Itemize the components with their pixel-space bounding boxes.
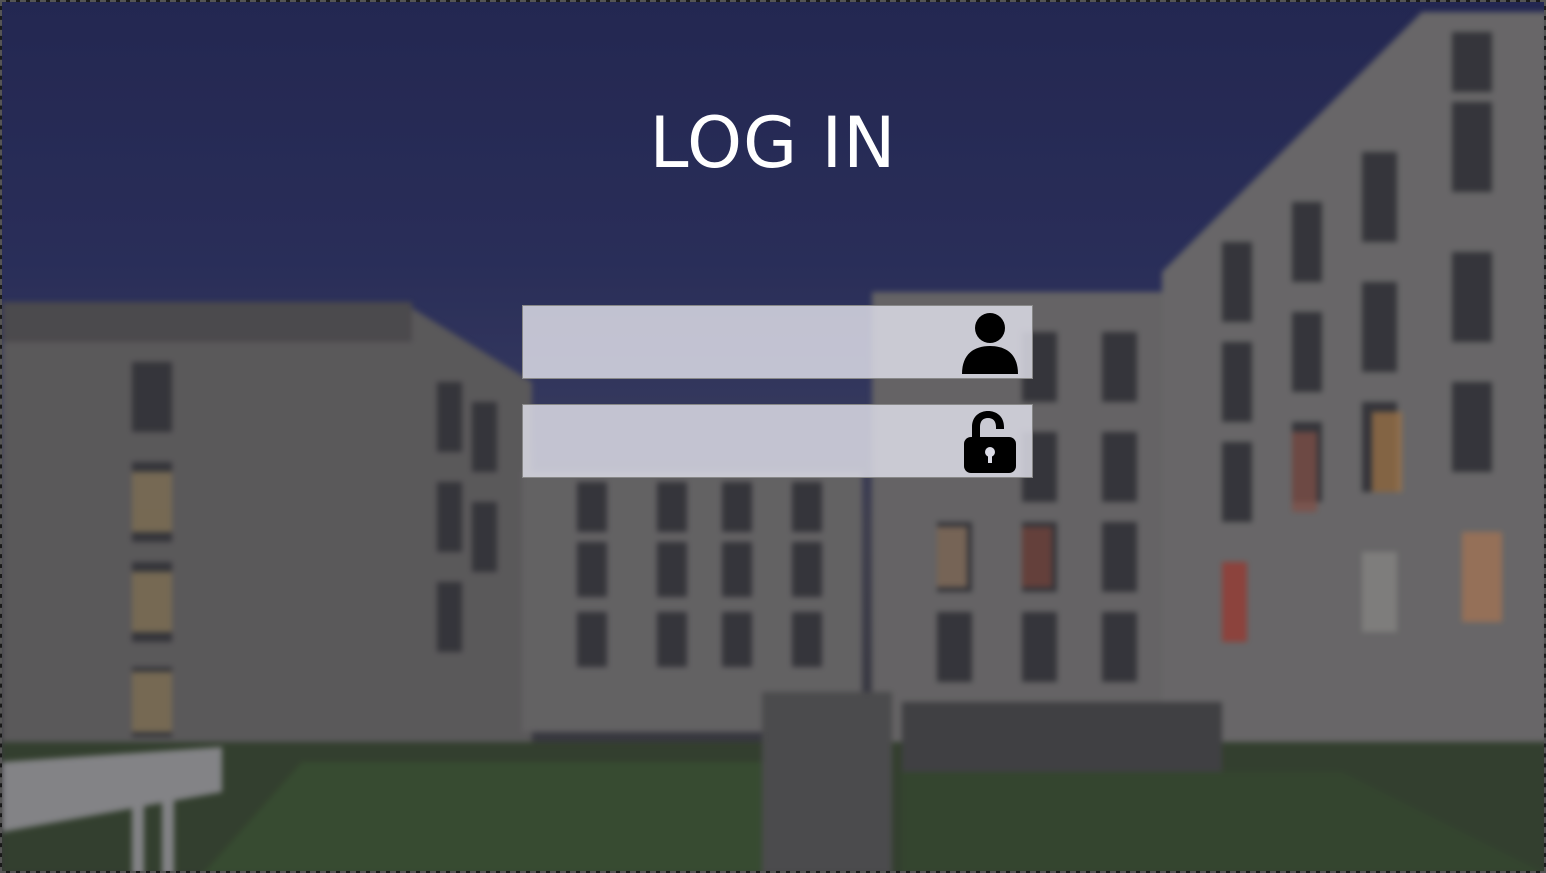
page-title: LOG IN — [649, 102, 897, 184]
unlocked-padlock-icon — [964, 411, 1016, 473]
login-screen: LOG IN — [0, 0, 1546, 873]
password-input[interactable] — [523, 405, 953, 477]
password-field[interactable] — [522, 404, 1033, 478]
username-field[interactable] — [522, 305, 1033, 379]
username-input[interactable] — [523, 306, 953, 378]
user-icon — [962, 313, 1018, 374]
